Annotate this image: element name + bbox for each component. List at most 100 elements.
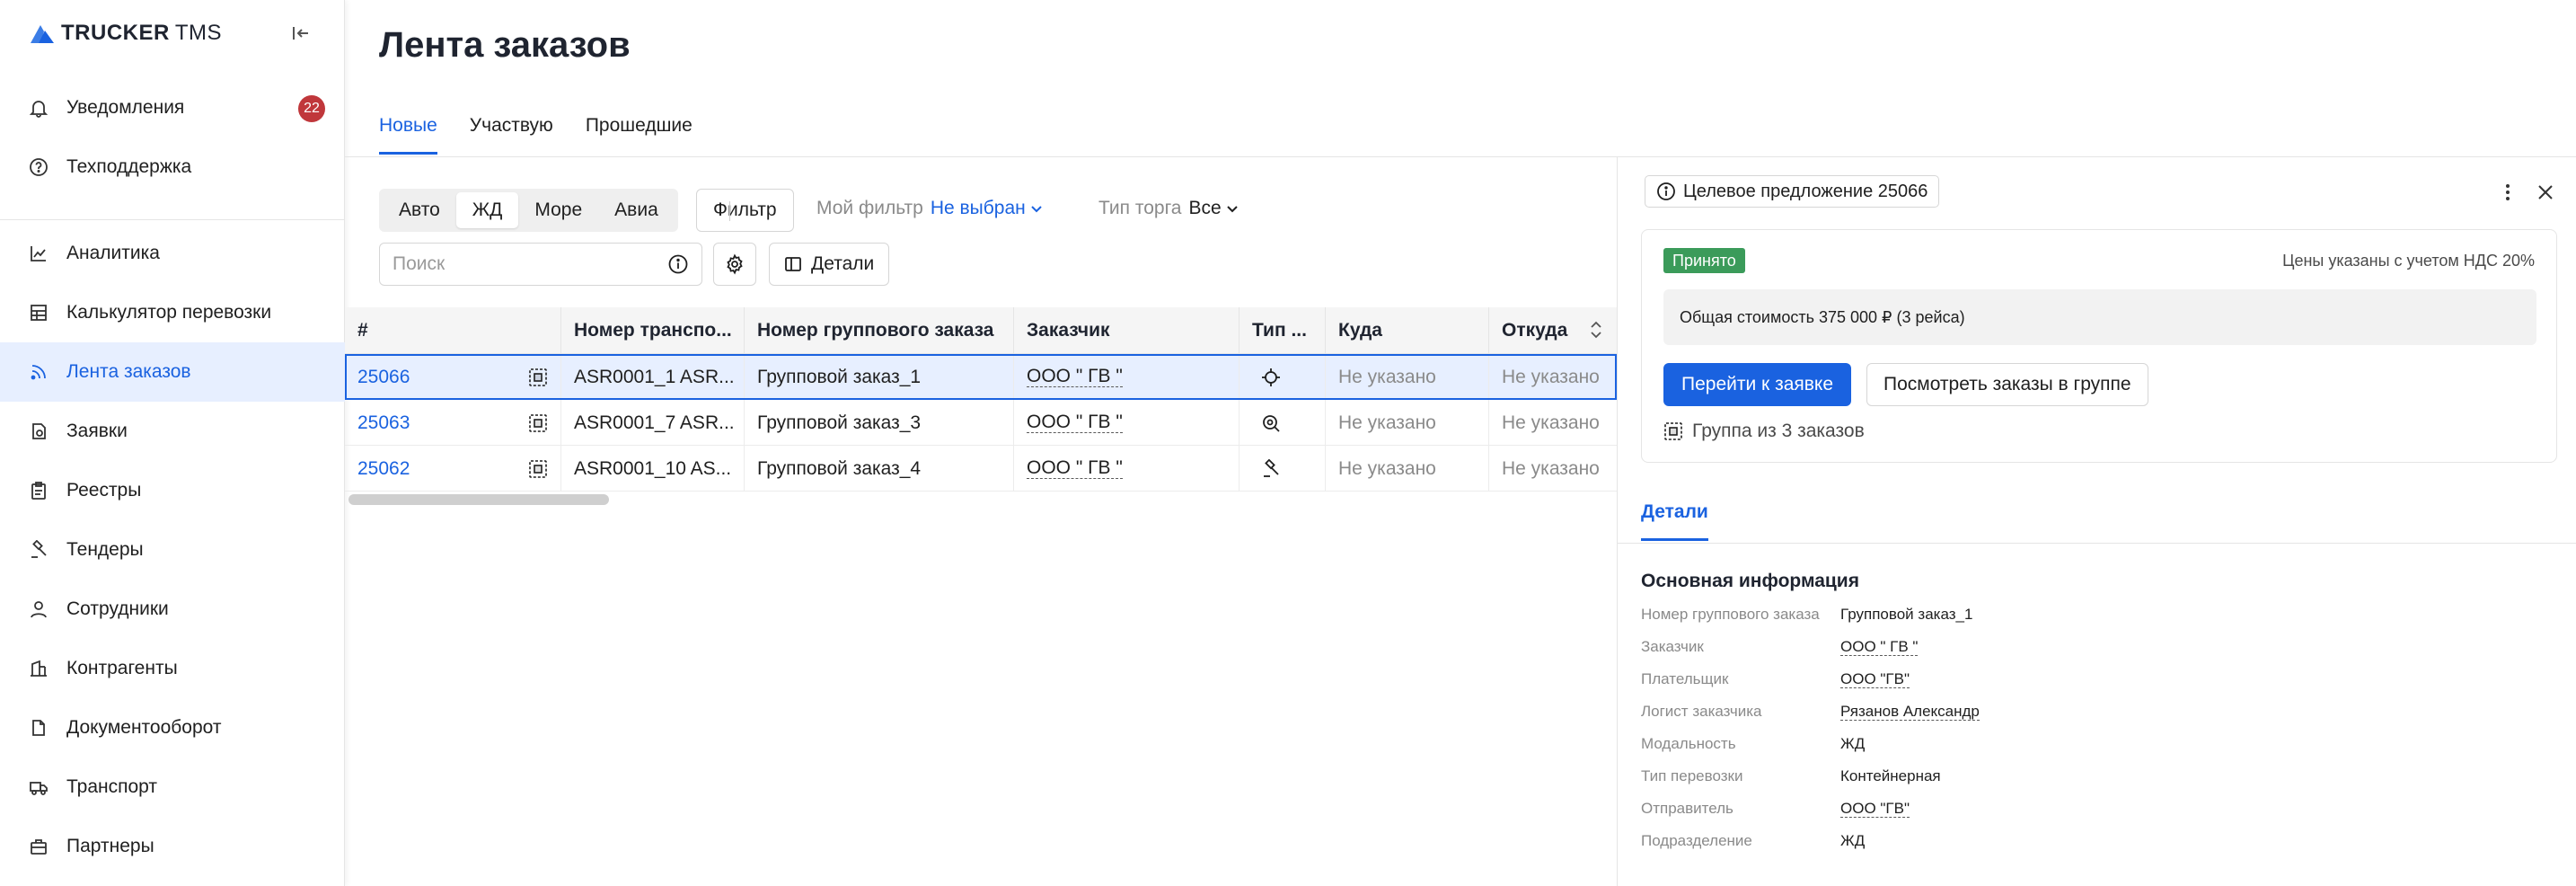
info-value: ЖД	[1840, 735, 1866, 752]
sidebar-item-employees[interactable]: Сотрудники	[0, 580, 345, 639]
table-row[interactable]: 25066 ASR0001_1 ASR... Групповой заказ_1…	[345, 354, 1617, 400]
tab-participating[interactable]: Участвую	[470, 108, 553, 155]
mode-sea-button[interactable]: Море	[518, 192, 598, 228]
type-cell	[1239, 446, 1326, 492]
customer-link[interactable]: ООО " ГВ "	[1027, 412, 1123, 433]
mode-rail-button[interactable]: ЖД	[455, 192, 519, 228]
column-header-transport-no[interactable]: Номер транспо...	[561, 307, 745, 354]
table-row[interactable]: 25062 ASR0001_10 AS... Групповой заказ_4…	[345, 446, 1617, 492]
order-id-link[interactable]: 25066	[357, 367, 410, 388]
info-value: Групповой заказ_1	[1840, 606, 1973, 623]
info-value: Рязанов Александр	[1840, 702, 1980, 722]
column-header-customer[interactable]: Заказчик	[1014, 307, 1239, 354]
column-header-id[interactable]: #	[345, 307, 561, 354]
filter-divider	[729, 201, 730, 221]
sidebar-item-support[interactable]: Техподдержка	[0, 137, 345, 197]
sender-link[interactable]: ООО "ГВ"	[1840, 800, 1910, 818]
status-badge: Принято	[1663, 248, 1745, 273]
sidebar-item-label: Техподдержка	[66, 156, 192, 177]
sidebar-item-requests[interactable]: Заявки	[0, 402, 345, 461]
group-icon	[528, 459, 548, 479]
info-row: Номер группового заказа Групповой заказ_…	[1641, 605, 2539, 625]
view-group-orders-button[interactable]: Посмотреть заказы в группе	[1866, 363, 2148, 406]
order-id-link[interactable]: 25062	[357, 458, 410, 480]
settings-button[interactable]	[713, 243, 756, 286]
search-input[interactable]	[393, 253, 667, 275]
go-to-request-button[interactable]: Перейти к заявке	[1663, 363, 1852, 406]
help-icon	[27, 155, 50, 179]
to-cell: Не указано	[1326, 400, 1489, 446]
trade-type-select[interactable]: Все	[1188, 198, 1239, 219]
payer-link[interactable]: ООО "ГВ"	[1840, 670, 1910, 688]
sidebar-divider	[0, 219, 345, 220]
table-row[interactable]: 25063 ASR0001_7 ASR... Групповой заказ_3…	[345, 400, 1617, 446]
order-id-link[interactable]: 25063	[357, 412, 410, 434]
close-icon[interactable]	[2532, 179, 2559, 206]
logo-mark-icon	[31, 23, 57, 43]
sidebar-item-notifications[interactable]: Уведомления 22	[0, 78, 345, 137]
column-header-type[interactable]: Тип ...	[1239, 307, 1326, 354]
logo[interactable]: TRUCKER TMS	[31, 20, 222, 47]
sidebar-item-analytics[interactable]: Аналитика	[0, 224, 345, 283]
info-value: ЖД	[1840, 832, 1866, 849]
bell-icon	[27, 96, 50, 120]
customer-link[interactable]: ООО " ГВ "	[1840, 638, 1919, 656]
section-title: Основная информация	[1641, 571, 1859, 591]
group-order-cell: Групповой заказ_3	[745, 400, 1014, 446]
sidebar-item-registries[interactable]: Реестры	[0, 461, 345, 520]
info-key: Тип перевозки	[1641, 767, 1743, 784]
sidebar-item-partners[interactable]: Партнеры	[0, 817, 345, 876]
sidebar-item-counterparties[interactable]: Контрагенты	[0, 639, 345, 698]
horizontal-scrollbar[interactable]	[348, 494, 609, 505]
orders-table: # Номер транспо... Номер группового зака…	[345, 307, 1617, 492]
my-filter: Мой фильтр Не выбран	[816, 198, 1044, 219]
sidebar-item-label: Заявки	[66, 421, 128, 441]
column-header-to[interactable]: Куда	[1326, 307, 1489, 354]
group-order-cell: Групповой заказ_4	[745, 446, 1014, 492]
clipboard-icon	[27, 479, 50, 502]
details-toggle-button[interactable]: Детали	[769, 243, 890, 286]
logist-link[interactable]: Рязанов Александр	[1840, 703, 1980, 721]
info-icon[interactable]	[667, 253, 689, 275]
more-vertical-icon[interactable]	[2494, 179, 2521, 206]
mode-auto-button[interactable]: Авто	[383, 192, 456, 228]
customer-link[interactable]: ООО " ГВ "	[1027, 367, 1123, 387]
tab-new[interactable]: Новые	[379, 108, 437, 155]
my-filter-select[interactable]: Не выбран	[931, 198, 1044, 219]
briefcase-icon	[27, 835, 50, 858]
sidebar-item-calculator[interactable]: Калькулятор перевозки	[0, 283, 345, 342]
customer-link[interactable]: ООО " ГВ "	[1027, 458, 1123, 479]
panel-icon	[784, 255, 802, 273]
group-icon	[528, 368, 548, 387]
filter-button[interactable]: Фильтр	[696, 189, 794, 232]
sort-icon[interactable]	[1588, 318, 1604, 346]
info-row: Модальность ЖД	[1641, 734, 2539, 754]
group-link[interactable]: Группа из 3 заказов	[1663, 421, 1865, 442]
chevron-down-icon	[1029, 201, 1044, 216]
sidebar-item-label: Калькулятор перевозки	[66, 302, 272, 323]
chevron-down-icon	[1225, 201, 1239, 216]
tab-past[interactable]: Прошедшие	[586, 108, 693, 155]
gavel-icon	[1261, 458, 1281, 479]
vat-note: Цены указаны с учетом НДС 20%	[2282, 252, 2535, 270]
sidebar-item-tenders[interactable]: Тендеры	[0, 520, 345, 580]
tab-details[interactable]: Детали	[1641, 501, 1708, 541]
collapse-sidebar-icon[interactable]	[287, 20, 314, 47]
column-header-group-order[interactable]: Номер группового заказа	[745, 307, 1014, 354]
sidebar-item-order-feed[interactable]: Лента заказов	[0, 342, 345, 402]
offer-label: Целевое предложение 25066	[1683, 181, 1928, 201]
feed-icon	[27, 360, 50, 384]
order-id-cell[interactable]: 25062	[345, 446, 561, 492]
info-key: Логист заказчика	[1641, 703, 1762, 720]
order-id-cell[interactable]: 25063	[345, 400, 561, 446]
sidebar-item-documents[interactable]: Документооборот	[0, 698, 345, 758]
sidebar-item-label: Аналитика	[66, 243, 160, 263]
order-id-cell[interactable]: 25066	[345, 354, 561, 400]
mode-air-button[interactable]: Авиа	[598, 192, 675, 228]
gavel-icon	[27, 538, 50, 562]
bank-icon	[27, 657, 50, 680]
transport-no-cell: ASR0001_7 ASR...	[561, 400, 745, 446]
sidebar-item-transport[interactable]: Транспорт	[0, 758, 345, 817]
details-toggle-label: Детали	[811, 253, 875, 274]
details-divider	[1618, 543, 2576, 544]
